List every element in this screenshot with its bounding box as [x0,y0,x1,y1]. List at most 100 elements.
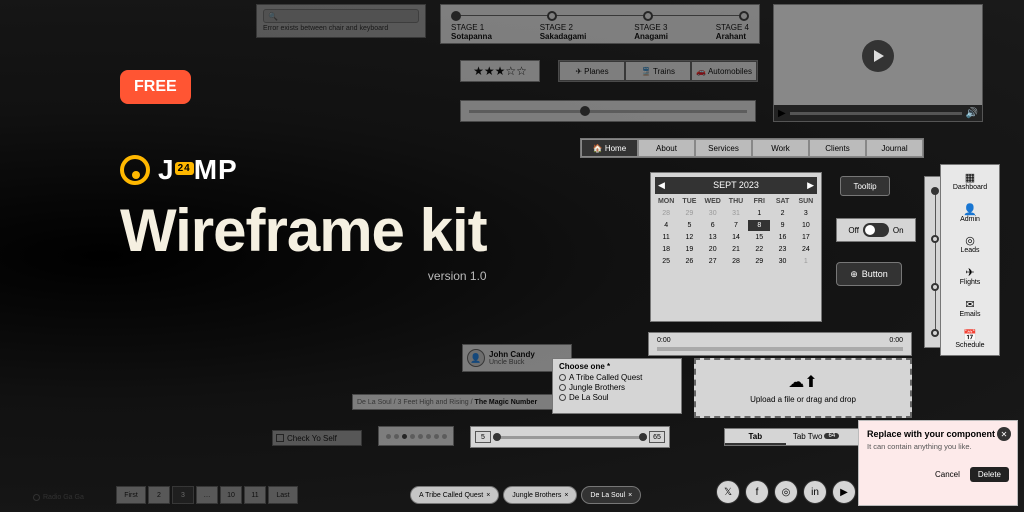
search-input[interactable]: 🔍 [263,9,419,23]
free-badge: FREE [120,70,191,104]
step-dot [547,11,557,21]
page-ellipsis: … [196,486,218,504]
user-role: Uncle Buck [489,359,535,366]
modal-title: Replace with your component [867,429,1009,439]
delete-button[interactable]: Delete [970,467,1009,482]
page-num[interactable]: 10 [220,486,242,504]
seg-trains[interactable]: 🚆 Trains [625,61,691,81]
close-icon[interactable]: ✕ [997,427,1011,441]
nav-about[interactable]: About [638,139,695,157]
chip[interactable]: Jungle Brothers × [503,486,577,504]
search-box[interactable]: 🔍 Error exists between chair and keyboar… [256,4,426,38]
radio-group: Choose one * A Tribe Called Quest Jungle… [552,358,682,414]
play-icon[interactable] [862,40,894,72]
segmented-control[interactable]: ✈ Planes 🚆 Trains 🚗 Automobiles [558,60,758,82]
cal-month: SEPT 2023 [713,180,759,191]
logo: J24MP [120,154,487,186]
nav-services[interactable]: Services [695,139,752,157]
progress-stepper: STAGE 1Sotapanna STAGE 2Sakadagami STAGE… [440,4,760,44]
page-num[interactable]: 3 [172,486,194,504]
range-min: 5 [475,431,491,443]
radio-title: Choose one * [559,362,675,371]
calendar[interactable]: ◀SEPT 2023▶ MONTUEWEDTHUFRISATSUN 282930… [650,172,822,322]
nav-dashboard[interactable]: ▦Dashboard [941,165,999,197]
nav-admin[interactable]: 👤Admin [941,197,999,229]
logo-icon [120,155,150,185]
page-num[interactable]: 2 [148,486,170,504]
instagram-icon[interactable]: ◎ [774,480,798,504]
twitter-icon[interactable]: 𝕏 [716,480,740,504]
slider-knob[interactable] [580,106,590,116]
tab[interactable]: Tab [725,429,786,445]
nav-clients[interactable]: Clients [809,139,866,157]
chip[interactable]: A Tribe Called Quest × [410,486,499,504]
cal-dh: MON [655,196,677,207]
chip-group: A Tribe Called Quest × Jungle Brothers ×… [410,486,670,504]
range-slider[interactable]: 5 65 [470,426,670,448]
confirm-modal: ✕ Replace with your component It can con… [858,420,1018,506]
plus-icon: ⊕ [850,269,858,280]
linkedin-icon[interactable]: in [803,480,827,504]
time-end: 0:00 [889,337,903,344]
step-stage: STAGE 3 [634,23,667,32]
page-last[interactable]: Last [268,486,298,504]
tooltip: Tooltip [840,176,890,196]
step-dot [643,11,653,21]
search-error: Error exists between chair and keyboard [263,25,419,32]
cal-selected[interactable]: 8 [748,220,770,231]
page-first[interactable]: First [116,486,146,504]
video-controls[interactable]: ▶🔊 [774,105,982,121]
progress-bar: 0:00 0:00 [648,332,912,356]
youtube-icon[interactable]: ▶ [832,480,856,504]
step-stage: STAGE 2 [540,23,573,32]
step-name: Sakadagami [540,32,587,41]
nav-home[interactable]: 🏠 Home [581,139,638,157]
tab-badge: 64 [824,433,839,439]
step-stage: STAGE 4 [716,23,749,32]
step-stage: STAGE 1 [451,23,484,32]
tab[interactable]: Tab Two64 [786,429,847,445]
radio-single[interactable]: Radio Ga Ga [30,490,110,504]
user-name: John Candy [489,350,535,359]
page-title: Wireframe kit [120,196,487,265]
nav-emails[interactable]: ✉Emails [941,292,999,324]
step-name: Arahant [716,32,746,41]
pagination-dots[interactable] [378,426,454,446]
seg-autos[interactable]: 🚗 Automobiles [691,61,757,81]
step-dot [451,11,461,21]
facebook-icon[interactable]: f [745,480,769,504]
slider[interactable] [460,100,756,122]
page-num[interactable]: 11 [244,486,266,504]
cal-next[interactable]: ▶ [807,180,814,191]
seg-planes[interactable]: ✈ Planes [559,61,625,81]
add-button[interactable]: ⊕Button [836,262,902,286]
cal-prev[interactable]: ◀ [658,180,665,191]
radio-option[interactable]: A Tribe Called Quest [559,373,675,382]
radio-option[interactable]: Jungle Brothers [559,383,675,392]
switch-icon[interactable] [863,223,889,237]
nav-schedule[interactable]: 📅Schedule [941,323,999,355]
step-dot [739,11,749,21]
video-player[interactable]: ▶🔊 [773,4,983,122]
nav-work[interactable]: Work [752,139,809,157]
chip[interactable]: De La Soul × [581,486,641,504]
nav-leads[interactable]: ◎Leads [941,228,999,260]
time-start: 0:00 [657,337,671,344]
logo-24: 24 [175,162,194,175]
checkbox[interactable]: Check Yo Self [272,430,362,446]
toggle-off-label: Off [848,226,859,235]
icon-nav: ▦Dashboard 👤Admin ◎Leads ✈Flights ✉Email… [940,164,1000,356]
nav-flights[interactable]: ✈Flights [941,260,999,292]
modal-body: It can contain anything you like. [867,442,1009,451]
range-max: 65 [649,431,665,443]
toggle-switch[interactable]: Off On [836,218,916,242]
checkbox-icon[interactable] [276,434,284,442]
step-name: Anagami [634,32,668,41]
file-upload[interactable]: ☁⬆ Upload a file or drag and drop [694,358,912,418]
nav-journal[interactable]: Journal [866,139,923,157]
avatar-icon: 👤 [467,349,485,367]
version-label: version 1.0 [120,269,487,283]
radio-option[interactable]: De La Soul [559,393,675,402]
cancel-button[interactable]: Cancel [931,467,964,482]
toggle-on-label: On [893,226,904,235]
